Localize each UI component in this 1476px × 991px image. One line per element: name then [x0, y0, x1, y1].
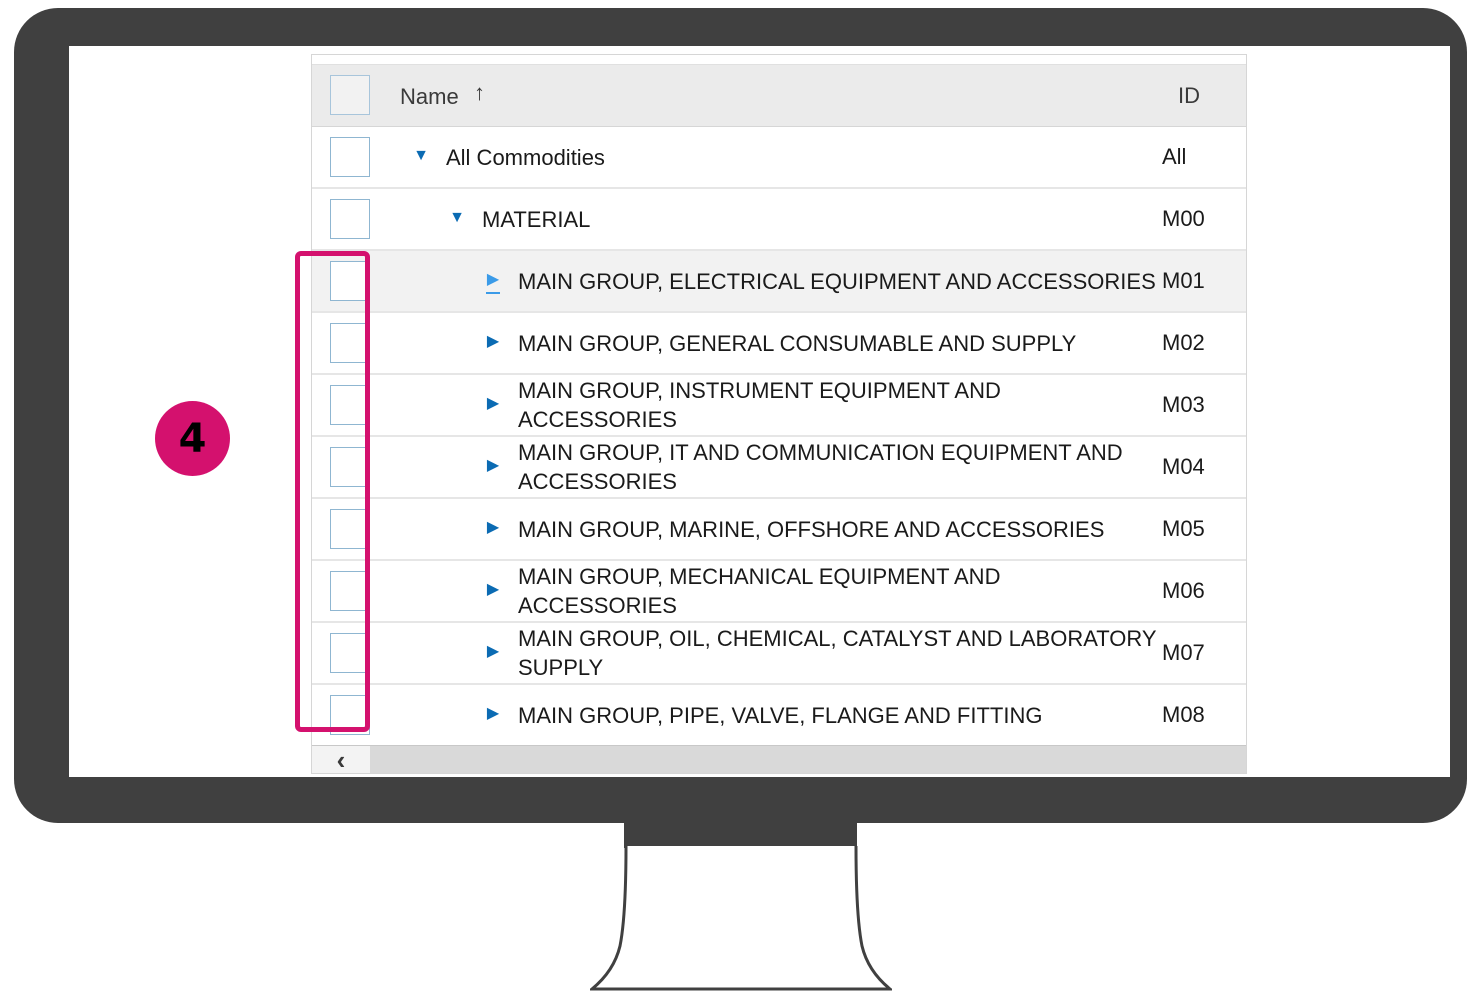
table-row[interactable]: ▶ MAIN GROUP, GENERAL CONSUMABLE AND SUPP…	[312, 313, 1246, 375]
screen: Name ↑ ID ▼ All Commodities All ▼ MATERIAL M0…	[69, 46, 1450, 777]
row-checkbox[interactable]	[330, 199, 370, 239]
row-id: M07	[1162, 640, 1205, 665]
collapse-triangle-icon[interactable]: ▼	[412, 147, 430, 165]
row-name: MAIN GROUP, INSTRUMENT EQUIPMENT AND ACC…	[518, 378, 1001, 432]
table-row[interactable]: ▶ MAIN GROUP, INSTRUMENT EQUIPMENT AND AC…	[312, 375, 1246, 437]
expand-triangle-icon[interactable]: ▶	[484, 457, 502, 475]
collapse-triangle-icon[interactable]: ▼	[448, 209, 466, 227]
table-row[interactable]: ▼ All Commodities All	[312, 127, 1246, 189]
expand-triangle-icon[interactable]: ▶	[484, 333, 502, 351]
panel-top-strip	[312, 55, 1246, 65]
table-body: ▼ All Commodities All ▼ MATERIAL M00 ▶ MAIN GRO…	[312, 127, 1246, 747]
row-id: M04	[1162, 454, 1205, 479]
row-id: M00	[1162, 206, 1205, 231]
row-name: MATERIAL	[482, 206, 591, 232]
expand-triangle-icon[interactable]: ▶	[484, 271, 502, 294]
row-id: M03	[1162, 392, 1205, 417]
expand-triangle-icon[interactable]: ▶	[484, 643, 502, 661]
select-all-checkbox[interactable]	[330, 75, 370, 115]
row-name: MAIN GROUP, MECHANICAL EQUIPMENT AND ACC…	[518, 564, 1001, 618]
commodity-tree-table: Name ↑ ID ▼ All Commodities All ▼ MATERIAL M0…	[311, 54, 1247, 774]
sort-ascending-icon[interactable]: ↑	[474, 80, 485, 106]
row-id: M06	[1162, 578, 1205, 603]
checkbox-column-highlight	[295, 251, 370, 732]
row-name: MAIN GROUP, ELECTRICAL EQUIPMENT AND ACC…	[518, 268, 1156, 294]
table-row[interactable]: ▼ MATERIAL M00	[312, 189, 1246, 251]
row-id: M02	[1162, 330, 1205, 355]
expand-triangle-icon[interactable]: ▶	[484, 581, 502, 599]
expand-triangle-icon[interactable]: ▶	[484, 519, 502, 537]
monitor-neck	[624, 822, 857, 848]
table-row[interactable]: ▶ MAIN GROUP, MECHANICAL EQUIPMENT AND AC…	[312, 561, 1246, 623]
table-row[interactable]: ▶ MAIN GROUP, IT AND COMMUNICATION EQUIPM…	[312, 437, 1246, 499]
row-name: MAIN GROUP, PIPE, VALVE, FLANGE AND FITT…	[518, 702, 1043, 728]
expand-triangle-icon[interactable]: ▶	[484, 395, 502, 413]
row-checkbox[interactable]	[330, 137, 370, 177]
monitor-frame: Name ↑ ID ▼ All Commodities All ▼ MATERIAL M0…	[14, 8, 1467, 823]
row-name: MAIN GROUP, IT AND COMMUNICATION EQUIPME…	[518, 440, 1123, 494]
row-name: MAIN GROUP, OIL, CHEMICAL, CATALYST AND …	[518, 626, 1157, 680]
row-name: MAIN GROUP, MARINE, OFFSHORE AND ACCESSO…	[518, 516, 1105, 542]
table-header: Name ↑ ID	[312, 65, 1246, 127]
table-row[interactable]: ▶ MAIN GROUP, PIPE, VALVE, FLANGE AND FIT…	[312, 685, 1246, 747]
chevron-left-icon[interactable]: ‹	[312, 746, 370, 773]
table-row[interactable]: ▶ MAIN GROUP, MARINE, OFFSHORE AND ACCESS…	[312, 499, 1246, 561]
row-id: M05	[1162, 516, 1205, 541]
id-column-header[interactable]: ID	[1178, 83, 1200, 109]
row-id: All	[1162, 144, 1187, 169]
row-name: MAIN GROUP, GENERAL CONSUMABLE AND SUPPL…	[518, 330, 1077, 356]
name-column-header[interactable]: Name	[400, 84, 459, 110]
table-row[interactable]: ▶ MAIN GROUP, ELECTRICAL EQUIPMENT AND AC…	[312, 251, 1246, 313]
row-name: All Commodities	[446, 144, 605, 170]
table-row[interactable]: ▶ MAIN GROUP, OIL, CHEMICAL, CATALYST AND…	[312, 623, 1246, 685]
monitor-stand	[590, 846, 892, 991]
row-id: M01	[1162, 268, 1205, 293]
horizontal-scrollbar[interactable]: ‹	[312, 745, 1246, 773]
expand-triangle-icon[interactable]: ▶	[484, 705, 502, 723]
step-badge: 4	[155, 401, 230, 476]
row-id: M08	[1162, 702, 1205, 727]
